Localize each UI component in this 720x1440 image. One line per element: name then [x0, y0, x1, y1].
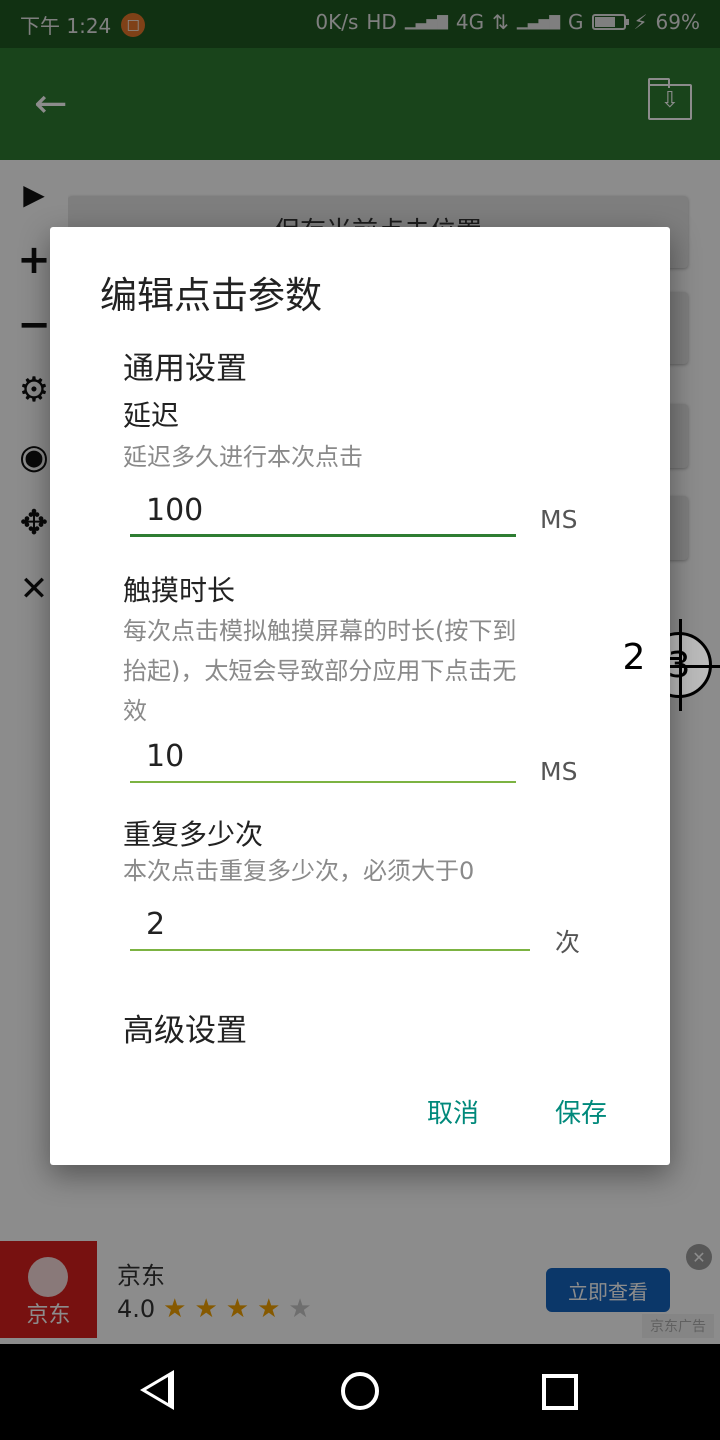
touch-duration-input[interactable]: 10	[130, 739, 516, 783]
section-general: 通用设置	[123, 351, 247, 387]
save-button[interactable]: 保存	[555, 1093, 607, 1130]
repeat-unit: 次	[555, 928, 581, 957]
touch-duration-unit: MS	[540, 757, 578, 786]
nav-back-icon[interactable]	[140, 1370, 174, 1410]
edit-click-dialog: 编辑点击参数 通用设置 延迟 延迟多久进行本次点击 100 MS 触摸时长 每次…	[50, 227, 670, 1165]
repeat-input[interactable]: 2	[130, 907, 530, 951]
delay-description: 延迟多久进行本次点击	[123, 443, 363, 471]
touch-duration-label: 触摸时长	[123, 574, 236, 607]
touch-duration-description: 每次点击模拟触摸屏幕的时长(按下到抬起)，太短会导致部分应用下点击无效	[123, 617, 517, 725]
repeat-description: 本次点击重复多少次，必须大于0	[123, 857, 475, 885]
target-number: 3	[667, 644, 691, 686]
cancel-button[interactable]: 取消	[427, 1093, 479, 1130]
repeat-label: 重复多少次	[123, 818, 264, 851]
delay-label: 延迟	[123, 399, 180, 432]
delay-input[interactable]: 100	[130, 493, 516, 537]
nav-home-icon[interactable]	[341, 1372, 379, 1410]
section-advanced[interactable]: 高级设置	[123, 1005, 247, 1050]
dialog-title: 编辑点击参数	[100, 274, 322, 317]
system-nav-bar	[0, 1344, 720, 1440]
target-number: 2	[622, 636, 646, 678]
nav-recents-icon[interactable]	[542, 1374, 578, 1410]
delay-unit: MS	[540, 505, 578, 534]
